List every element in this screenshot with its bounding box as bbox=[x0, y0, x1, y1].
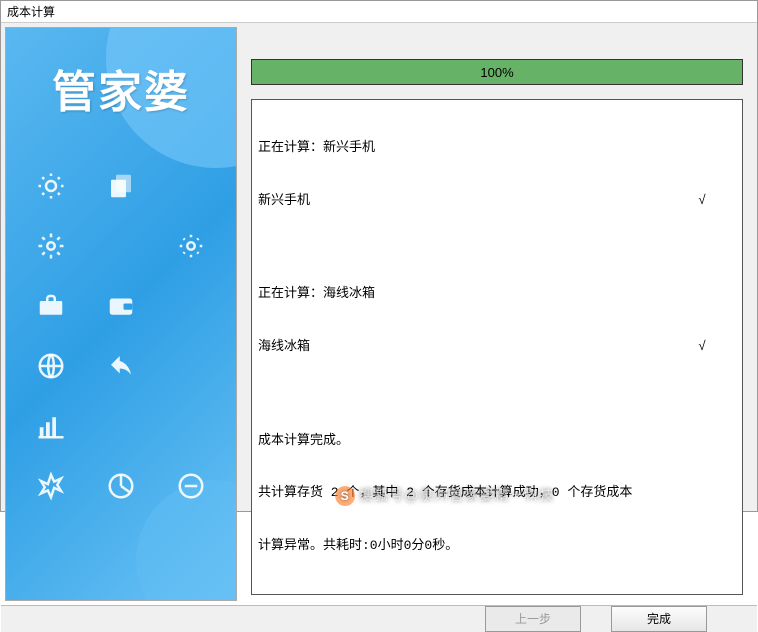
main-panel: 100% 正在计算：新兴手机 新兴手机 √ 正在计算：海线冰箱 海线冰箱 √ 成… bbox=[243, 27, 753, 601]
globe-icon bbox=[34, 349, 68, 383]
log-textarea[interactable]: 正在计算：新兴手机 新兴手机 √ 正在计算：海线冰箱 海线冰箱 √ 成本计算完成… bbox=[251, 99, 743, 595]
window-title: 成本计算 bbox=[7, 5, 55, 19]
briefcase-icon bbox=[34, 289, 68, 323]
check-mark-icon: √ bbox=[698, 338, 736, 356]
progress-bar: 100% bbox=[251, 59, 743, 85]
gear-small-icon bbox=[174, 229, 208, 263]
prev-button[interactable]: 上一步 bbox=[485, 606, 581, 632]
window-titlebar: 成本计算 bbox=[1, 1, 757, 23]
star-icon bbox=[34, 469, 68, 503]
sun-icon bbox=[34, 169, 68, 203]
brand-logo-text: 管家婆 bbox=[6, 56, 236, 120]
wallet-icon bbox=[104, 289, 138, 323]
log-item: 新兴手机 bbox=[258, 192, 310, 210]
sidebar-banner: 管家婆 bbox=[5, 27, 237, 601]
log-line: 新兴手机 √ bbox=[258, 192, 736, 210]
progress-container: 100% bbox=[251, 59, 743, 85]
footer-buttons: 上一步 完成 bbox=[1, 605, 757, 632]
log-line: 海线冰箱 √ bbox=[258, 338, 736, 356]
log-item: 海线冰箱 bbox=[258, 338, 310, 356]
minus-circle-icon bbox=[174, 469, 208, 503]
log-summary: 计算异常。共耗时:0小时0分0秒。 bbox=[258, 537, 736, 555]
bar-chart-icon bbox=[34, 409, 68, 443]
stack-icon bbox=[104, 169, 138, 203]
undo-icon bbox=[104, 349, 138, 383]
log-done: 成本计算完成。 bbox=[258, 432, 736, 450]
log-line: 正在计算：海线冰箱 bbox=[258, 285, 736, 303]
body-area: 管家婆 bbox=[1, 23, 757, 605]
cost-calc-window: 成本计算 管家婆 bbox=[0, 0, 758, 512]
sidebar-icon-grid bbox=[6, 160, 236, 512]
check-mark-icon: √ bbox=[698, 192, 736, 210]
finish-button[interactable]: 完成 bbox=[611, 606, 707, 632]
pie-icon bbox=[104, 469, 138, 503]
log-summary: 共计算存货 2 个，其中 2 个存货成本计算成功，0 个存货成本 bbox=[258, 484, 736, 502]
log-line: 正在计算：新兴手机 bbox=[258, 139, 736, 157]
progress-label: 100% bbox=[252, 60, 742, 84]
gear-icon bbox=[34, 229, 68, 263]
